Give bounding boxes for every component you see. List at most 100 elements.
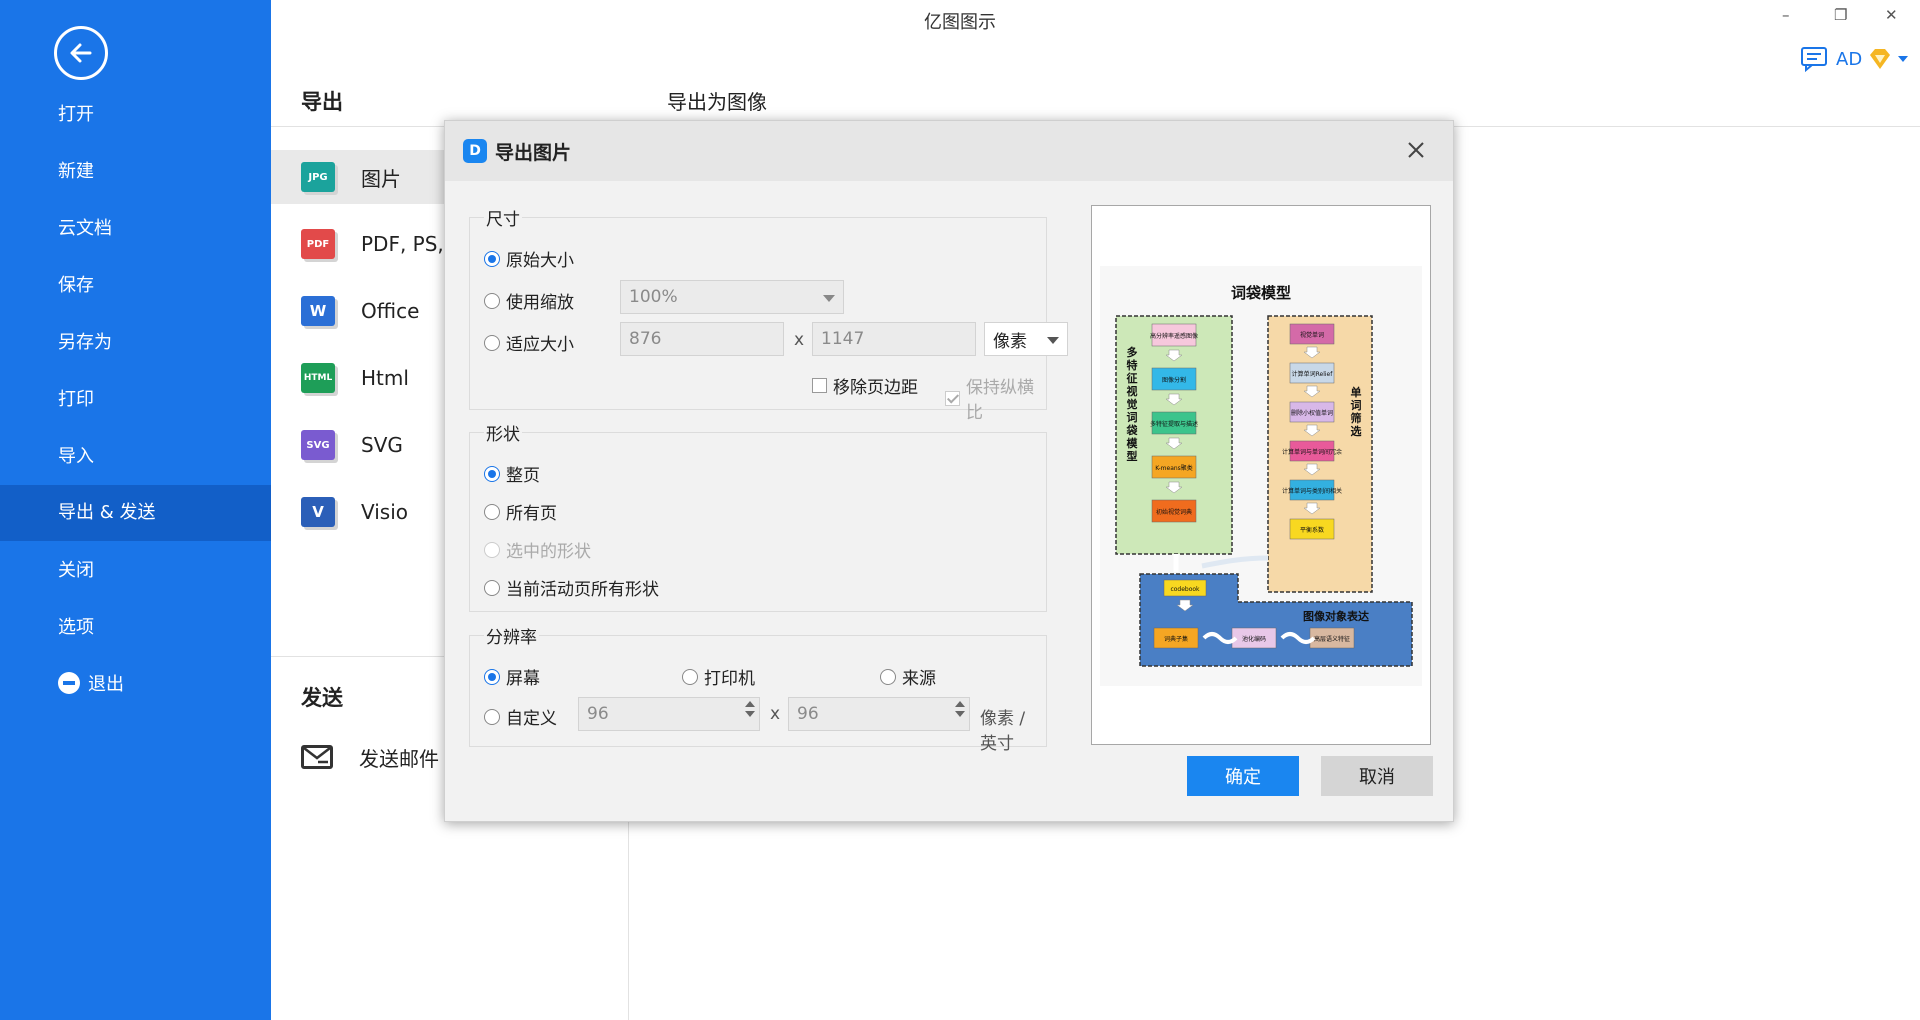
sidebar-item-print[interactable]: 打印 <box>0 372 271 428</box>
preview-right-step-label: 计算单词与类别间相关 <box>1282 487 1342 495</box>
export-image-dialog: D 导出图片 尺寸 原始大小 使用缩放 100% 适应大小 876 x 1147… <box>444 120 1454 822</box>
word-icon: W <box>301 296 335 326</box>
sidebar-item-options[interactable]: 选项 <box>0 600 271 656</box>
radio-label: 使用缩放 <box>506 293 574 313</box>
radio-label: 原始大小 <box>506 251 574 271</box>
radio-button[interactable] <box>484 465 500 482</box>
stepper-arrows[interactable] <box>955 701 965 717</box>
checkbox[interactable] <box>812 378 827 393</box>
radio-button[interactable] <box>484 334 500 351</box>
exit-icon <box>58 672 80 694</box>
radio-source[interactable]: 来源 <box>880 664 936 689</box>
radio-label: 打印机 <box>704 669 755 689</box>
checkbox-remove-margin[interactable]: 移除页边距 <box>812 373 918 398</box>
sidebar-item-open[interactable]: 打开 <box>0 87 271 143</box>
radio-original-size[interactable]: 原始大小 <box>484 246 574 271</box>
dpi-x-stepper[interactable]: 96 <box>578 697 760 731</box>
radio-screen[interactable]: 屏幕 <box>484 664 540 689</box>
radio-use-scale[interactable]: 使用缩放 <box>484 288 574 313</box>
window-close-button[interactable]: ✕ <box>1885 6 1898 24</box>
sidebar-item-save-as[interactable]: 另存为 <box>0 315 271 371</box>
radio-button[interactable] <box>484 250 500 267</box>
export-format-label: PDF, PS, <box>361 232 444 256</box>
radio-button[interactable] <box>484 503 500 520</box>
radio-button[interactable] <box>484 292 500 309</box>
export-format-label: Office <box>361 299 420 323</box>
back-button[interactable] <box>54 26 108 80</box>
preview-left-step-label: 多特征提取与描述 <box>1150 420 1198 428</box>
radio-fit-size[interactable]: 适应大小 <box>484 330 574 355</box>
arrow-left-icon <box>70 43 92 63</box>
checkbox[interactable] <box>945 390 960 406</box>
preview-right-step-label: 删除小权值单词 <box>1291 409 1333 417</box>
user-area: AD <box>1800 46 1909 72</box>
minimize-button[interactable]: – <box>1782 6 1790 24</box>
stepper-arrows[interactable] <box>745 701 755 717</box>
scale-value: 100% <box>629 287 678 307</box>
height-input[interactable]: 1147 <box>812 322 976 356</box>
export-section-title: 导出 <box>301 90 343 114</box>
html-icon: HTML <box>301 363 335 393</box>
preview-right-step-label: 视觉单词 <box>1300 331 1324 339</box>
sidebar-item-export-send[interactable]: 导出 & 发送 <box>0 485 271 541</box>
radio-selected-shapes[interactable]: 选中的形状 <box>484 537 591 562</box>
preview-left-step-label: 高分辨率遥感图像 <box>1150 332 1198 340</box>
radio-button[interactable] <box>484 579 500 596</box>
preview-vertical-label-char: 特 <box>1127 358 1138 372</box>
radio-custom[interactable]: 自定义 <box>484 704 557 729</box>
close-icon <box>1408 142 1424 158</box>
preview-bottom-step-label: 词典子集 <box>1164 635 1188 643</box>
sidebar-item-close[interactable]: 关闭 <box>0 543 271 599</box>
chevron-down-icon[interactable] <box>1898 55 1909 63</box>
feedback-icon[interactable] <box>1800 46 1830 72</box>
unit-select[interactable]: 像素 <box>984 322 1068 356</box>
chevron-down-icon <box>823 295 835 302</box>
preview-vertical-label-char: 筛 <box>1351 411 1362 425</box>
radio-whole-page[interactable]: 整页 <box>484 461 540 486</box>
radio-button[interactable] <box>682 668 698 685</box>
width-input[interactable]: 876 <box>620 322 784 356</box>
ok-button[interactable]: 确定 <box>1187 756 1299 796</box>
preview-vertical-label-char: 征 <box>1127 371 1138 385</box>
preview-left-step-label: K-means聚类 <box>1155 464 1193 472</box>
radio-button[interactable] <box>484 668 500 685</box>
svg-icon: SVG <box>301 430 335 460</box>
size-group-label: 尺寸 <box>484 205 522 230</box>
cancel-button[interactable]: 取消 <box>1321 756 1433 796</box>
preview-left-step-label: 图像分割 <box>1162 376 1186 384</box>
restore-button[interactable]: ❐ <box>1834 6 1847 24</box>
radio-printer[interactable]: 打印机 <box>682 664 755 689</box>
checkbox-label: 移除页边距 <box>833 378 918 398</box>
scale-select[interactable]: 100% <box>620 280 844 314</box>
bag-of-words-diagram: 词袋模型 多特征视觉词袋模型 高分辨率遥感图像图像分割多特征提取与描述K-mea… <box>1100 266 1422 686</box>
preview-vertical-label-char: 觉 <box>1127 397 1138 411</box>
dpi-y-stepper[interactable]: 96 <box>788 697 970 731</box>
preview-vertical-label-char: 型 <box>1127 449 1138 463</box>
preview-left-label-chars: 多特征视觉词袋模型 <box>1126 345 1139 463</box>
radio-button[interactable] <box>880 668 896 685</box>
edraw-logo-icon: D <box>463 139 487 163</box>
preview-vertical-label-char: 词 <box>1127 411 1138 424</box>
checkbox-keep-ratio[interactable]: 保持纵横比 <box>945 373 1046 423</box>
radio-all-pages[interactable]: 所有页 <box>484 499 557 524</box>
dialog-close-button[interactable] <box>1401 135 1431 165</box>
radio-button[interactable] <box>484 708 500 725</box>
preview-bottom-step-label: codebook <box>1170 586 1200 593</box>
checkbox-label: 保持纵横比 <box>966 378 1034 423</box>
radio-button[interactable] <box>484 541 500 558</box>
radio-current-page-shapes[interactable]: 当前活动页所有形状 <box>484 575 659 600</box>
preview-vertical-label-char: 袋 <box>1126 423 1139 437</box>
preview-bottom-step-label: 高层语义特征 <box>1314 635 1350 643</box>
radio-label: 选中的形状 <box>506 542 591 562</box>
preview-right-step-label: 计算单词与单词间冗余 <box>1282 448 1342 456</box>
sidebar-item-save[interactable]: 保存 <box>0 258 271 314</box>
resolution-group-label: 分辨率 <box>484 623 539 648</box>
radio-label: 整页 <box>506 466 540 486</box>
sidebar-item-exit[interactable]: 退出 <box>0 657 271 713</box>
sidebar-item-cloud[interactable]: 云文档 <box>0 201 271 257</box>
user-name[interactable]: AD <box>1836 49 1862 70</box>
jpg-icon: JPG <box>301 162 335 192</box>
visio-icon: V <box>301 497 335 527</box>
sidebar-item-new[interactable]: 新建 <box>0 144 271 200</box>
sidebar-item-import[interactable]: 导入 <box>0 429 271 485</box>
